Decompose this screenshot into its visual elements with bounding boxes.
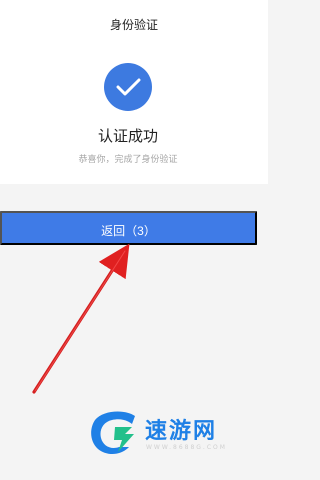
- watermark-logo-icon: [91, 411, 135, 455]
- check-circle-icon: [104, 63, 152, 111]
- page-title: 身份验证: [109, 18, 158, 32]
- watermark-brand-name: 速游网: [145, 419, 218, 444]
- verification-card: 身份验证 认证成功 恭喜你，完成了身份验证: [0, 0, 268, 184]
- success-subtitle: 恭喜你，完成了身份验证: [78, 155, 178, 165]
- watermark-url: WWW.8688G.COM: [146, 444, 227, 451]
- success-title: 认证成功: [97, 127, 158, 145]
- watermark: 速游网 WWW.8688G.COM: [87, 405, 257, 465]
- return-button[interactable]: 返回（3）: [0, 211, 257, 245]
